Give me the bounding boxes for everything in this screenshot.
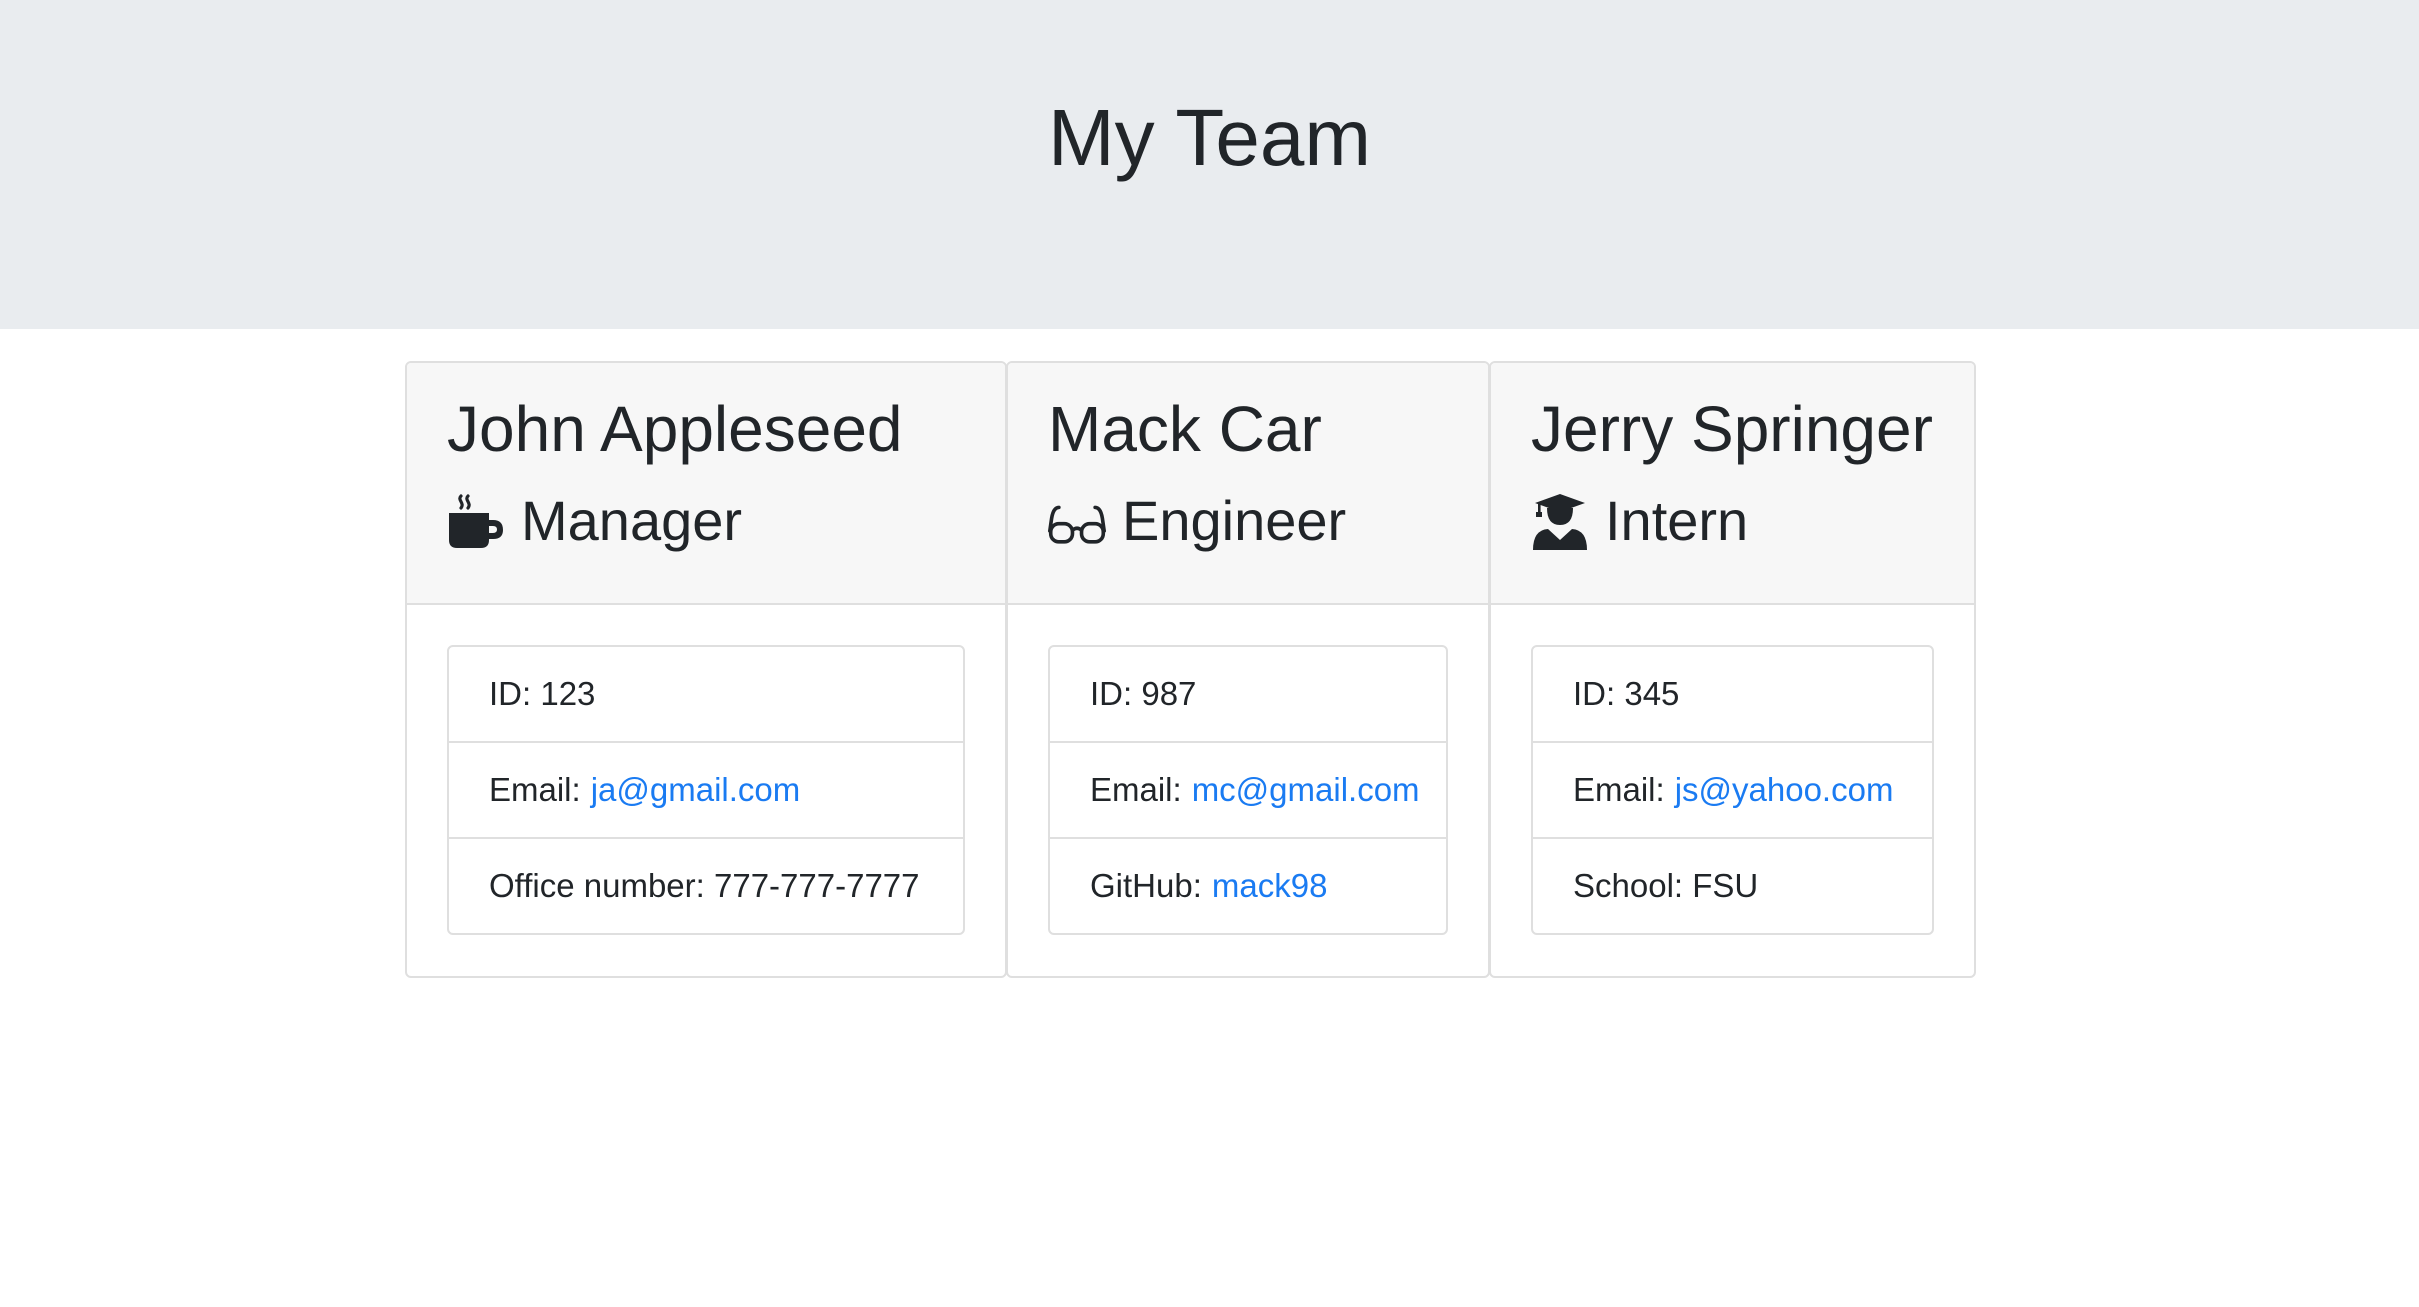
id-item: ID: 987	[1050, 647, 1446, 743]
glasses-icon	[1048, 492, 1106, 550]
id-text: ID: 123	[489, 675, 596, 712]
github-item: GitHub: mack98	[1050, 839, 1446, 933]
email-link[interactable]: js@yahoo.com	[1675, 771, 1894, 809]
employee-role: Manager	[447, 481, 742, 561]
employee-name: John Appleseed	[447, 393, 903, 465]
email-link[interactable]: ja@gmail.com	[591, 771, 801, 809]
card-header: John Appleseed Manager	[407, 363, 1005, 605]
github-label: GitHub:	[1090, 867, 1202, 904]
office-number-text: Office number: 777-777-7777	[489, 867, 920, 904]
page-title: My Team	[1047, 93, 1372, 182]
mug-hot-icon	[447, 492, 505, 550]
page-header: My Team	[0, 0, 2419, 329]
card-header: Mack Car Engineer	[1008, 363, 1488, 605]
email-item: Email: js@yahoo.com	[1533, 743, 1932, 839]
role-label: Intern	[1605, 489, 1749, 552]
email-item: Email: ja@gmail.com	[449, 743, 963, 839]
id-item: ID: 123	[449, 647, 963, 743]
email-item: Email: mc@gmail.com	[1050, 743, 1446, 839]
id-text: ID: 345	[1573, 675, 1680, 712]
employee-card-intern: Jerry Springer Intern ID: 345 Email: js@…	[1489, 361, 1976, 978]
email-label: Email:	[489, 771, 581, 808]
employee-details: ID: 987 Email: mc@gmail.com GitHub: mack…	[1048, 645, 1448, 935]
employee-details: ID: 345 Email: js@yahoo.com School: FSU	[1531, 645, 1934, 935]
employee-card-manager: John Appleseed Manager ID: 123 Email: ja…	[405, 361, 1007, 978]
id-text: ID: 987	[1090, 675, 1197, 712]
role-label: Engineer	[1122, 489, 1347, 552]
email-label: Email:	[1573, 771, 1665, 808]
card-header: Jerry Springer Intern	[1491, 363, 1974, 605]
employee-name: Mack Car	[1048, 393, 1322, 465]
github-link[interactable]: mack98	[1212, 867, 1328, 905]
employee-name: Jerry Springer	[1531, 393, 1933, 465]
employee-role: Intern	[1531, 481, 1748, 561]
school-item: School: FSU	[1533, 839, 1932, 933]
employee-role: Engineer	[1048, 481, 1346, 561]
employee-details: ID: 123 Email: ja@gmail.com Office numbe…	[447, 645, 965, 935]
role-label: Manager	[521, 489, 743, 552]
email-link[interactable]: mc@gmail.com	[1192, 771, 1420, 809]
user-graduate-icon	[1531, 492, 1589, 550]
email-label: Email:	[1090, 771, 1182, 808]
school-text: School: FSU	[1573, 867, 1759, 904]
employee-card-engineer: Mack Car Engineer ID: 987 Email: mc@gmai…	[1006, 361, 1490, 978]
id-item: ID: 345	[1533, 647, 1932, 743]
office-number-item: Office number: 777-777-7777	[449, 839, 963, 933]
